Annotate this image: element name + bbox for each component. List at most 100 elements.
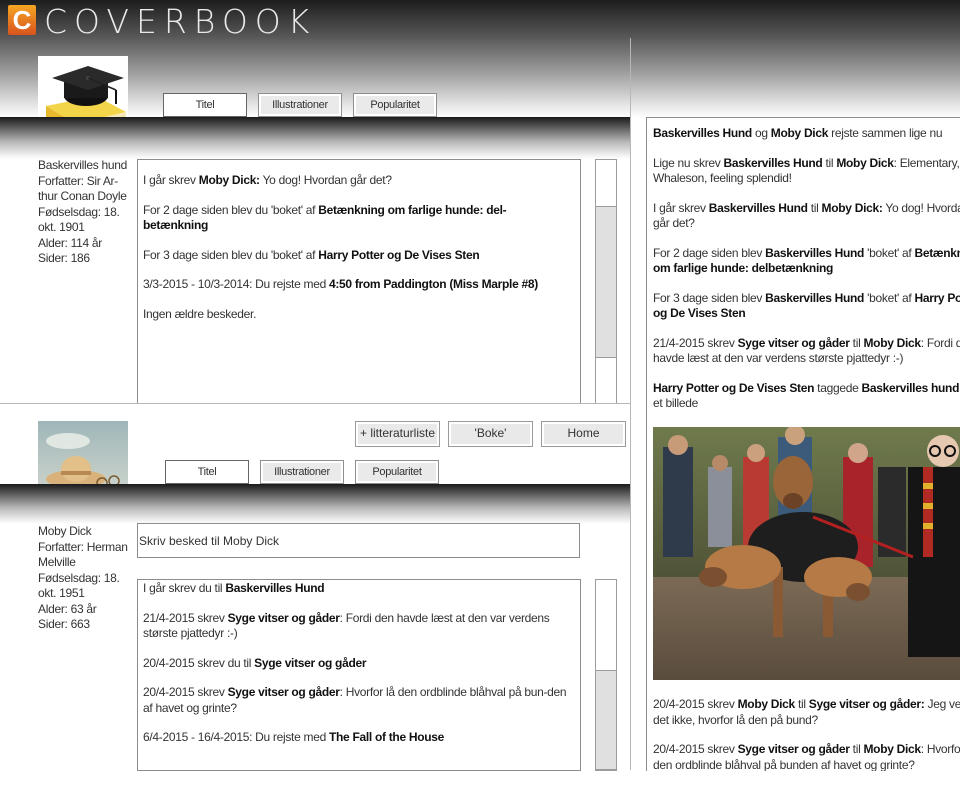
message-link-text[interactable]: The Fall of the House [329,730,444,744]
tab-illustrationer[interactable]: Illustrationer [258,93,342,117]
feed-item: 20/4-2015 skrev Moby Dick til Syge vitse… [653,697,960,728]
message-link-text[interactable]: Baskervilles Hund [765,246,864,260]
message-text: til [794,697,809,711]
message-text: I går skrev du til [143,581,226,595]
profile-author: Forfatter: Sir Ar- [38,173,118,188]
message-compose-input[interactable] [137,523,580,558]
feed-item: I går skrev Baskervilles Hund til Moby D… [653,201,960,232]
uploaded-photo[interactable] [653,427,960,680]
message-item: 6/4-2015 - 16/4-2015: Du rejste med The … [143,730,571,746]
message-text: 21/4-2015 skrev [653,335,738,350]
message-text: For 3 dage siden blev [653,290,766,305]
boke-button[interactable]: 'Boke' [448,421,533,447]
profile-2-scroll-thumb[interactable] [596,670,616,770]
feed-item: 21/4-2015 skrev Syge vitser og gåder til… [653,336,960,367]
feed-item: For 3 dage siden blev Baskervilles Hund … [653,291,960,322]
message-text: til [849,335,864,350]
profile-1-message-list[interactable]: I går skrev Moby Dick: Yo dog! Hvordan g… [137,159,581,404]
message-link-text[interactable]: Baskervilles hund [862,381,960,395]
message-text: taggede [814,380,862,395]
message-item: I går skrev Moby Dick: Yo dog! Hvordan g… [143,173,571,189]
message-text: 3/3-2015 - 10/3-2014: Du rejste med [143,277,329,291]
message-link-text[interactable]: Harry Potter og De Vises Sten [653,381,814,395]
message-text: For 2 dage siden blev du 'boket' af [143,202,319,217]
tab-illustrationer[interactable]: Illustrationer [260,460,344,484]
app-logo-icon[interactable]: C [8,5,36,35]
message-item: Ingen ældre beskeder. [143,307,571,323]
app-title: COVERBOOK [44,2,317,41]
message-link-text[interactable]: Syge vitser og gåder [228,685,340,699]
message-item: 20/4-2015 skrev du til Syge vitser og gå… [143,656,571,672]
message-item: 21/4-2015 skrev Syge vitser og gåder: Fo… [143,611,571,642]
message-item: 20/4-2015 skrev Syge vitser og gåder: Hv… [143,685,571,716]
feed-item: Lige nu skrev Baskervilles Hund til Moby… [653,156,960,187]
message-item: 3/3-2015 - 10/3-2014: Du rejste med 4:50… [143,277,571,293]
message-link-text[interactable]: Moby Dick [771,126,829,140]
feed-item: For 2 dage siden blev Baskervilles Hund … [653,246,960,277]
message-text: For 3 dage siden blev du 'boket' af [143,247,319,262]
message-text: Yo dog! Hvordan går det? [259,173,392,187]
message-link-text[interactable]: Moby Dick [836,156,894,170]
add-literature-list-button[interactable]: + litteraturliste [355,421,440,447]
profile-title: Moby Dick [38,524,92,538]
profile-age: Alder: 114 år [38,235,102,250]
profile-author-cont: Melville [38,555,76,569]
message-link-text[interactable]: Moby Dick [863,336,921,350]
message-link-text[interactable]: Syge vitser og gåder [228,611,340,625]
feed-item: Harry Potter og De Vises Sten taggede Ba… [653,381,960,412]
profile-birthday-cont: okt. 1951 [38,586,85,600]
profile-age: Alder: 63 år [38,601,97,616]
profile-2-info: Moby Dick Forfatter: Herman Melville Fød… [38,524,132,633]
message-text: 21/4-2015 skrev [143,610,228,625]
profile-title: Baskervilles hund [38,158,127,172]
message-text: til [849,742,864,756]
message-link-text[interactable]: Moby Dick [738,697,796,711]
message-text: I går skrev [653,200,709,215]
message-link-text[interactable]: Moby Dick: [822,201,883,215]
message-text: Ingen ældre beskeder. [143,306,257,321]
message-text: og [751,126,771,140]
tab-popularitet[interactable]: Popularitet [355,460,439,484]
message-link-text[interactable]: Baskervilles Hund [724,156,823,170]
profile-1-info: Baskervilles hund Forfatter: Sir Ar- thu… [38,158,132,267]
profile-pages: Sider: 663 [38,617,90,631]
message-text: 20/4-2015 skrev [143,685,228,699]
message-link-text[interactable]: Moby Dick [863,742,921,756]
message-text: Lige nu skrev [653,155,724,170]
profile-1-scroll-thumb[interactable] [596,206,616,358]
message-link-text[interactable]: Baskervilles Hund [765,291,864,305]
home-button[interactable]: Home [541,421,626,447]
profile-author-cont: thur Conan Doyle [38,189,127,203]
dog-costume-photo [653,427,960,680]
message-link-text[interactable]: Syge vitser og gåder [738,336,850,350]
column-divider [630,38,631,770]
message-text: 20/4-2015 skrev du til [143,655,255,670]
tab-titel[interactable]: Titel [165,460,249,484]
message-item: For 2 dage siden blev du 'boket' af Betæ… [143,203,571,234]
message-link-text[interactable]: Baskervilles Hund [709,201,808,215]
message-text: til [822,155,837,170]
tab-popularitet[interactable]: Popularitet [353,93,437,117]
message-text: til [807,200,822,215]
message-link-text[interactable]: Harry Potter og De Vises Sten [318,248,479,262]
profile-2-band [0,484,630,524]
profile-2-message-list[interactable]: I går skrev du til Baskervilles Hund 21/4… [137,579,581,771]
message-text: I går skrev [143,173,199,187]
message-text: rejste sammen lige nu [828,126,943,140]
message-link-text[interactable]: Syge vitser og gåder [738,742,850,756]
profile-2-scrollbar[interactable] [595,579,617,771]
message-link-text[interactable]: Baskervilles Hund [225,581,324,595]
message-link-text[interactable]: 4:50 from Paddington (Miss Marple #8) [329,277,538,291]
profile-1-band [0,117,630,159]
message-link-text[interactable]: Syge vitser og gåder [254,656,366,670]
message-link-text[interactable]: Moby Dick: [199,173,260,187]
activity-feed[interactable]: Baskervilles Hund og Moby Dick rejste sa… [646,117,960,771]
profile-author: Forfatter: Herman [38,539,128,554]
logo-letter: C [12,5,32,35]
message-link-text[interactable]: Baskervilles Hund [653,126,752,140]
message-link-text[interactable]: Syge vitser og gåder: [809,697,925,711]
profile-1-scrollbar[interactable] [595,159,617,404]
message-item: For 3 dage siden blev du 'boket' af Harr… [143,248,571,264]
message-item: I går skrev du til Baskervilles Hund [143,581,571,597]
tab-titel[interactable]: Titel [163,93,247,117]
